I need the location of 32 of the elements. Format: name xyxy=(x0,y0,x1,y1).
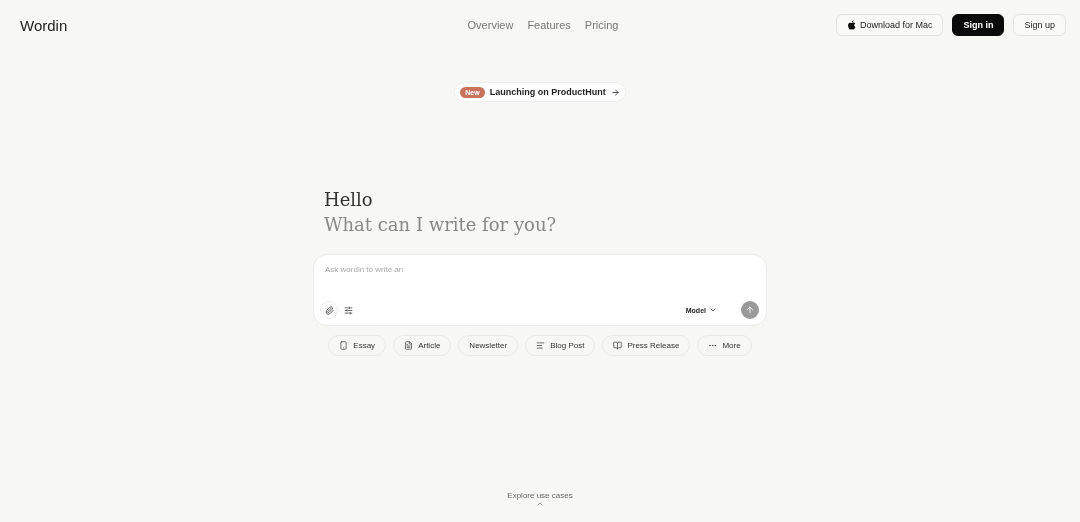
rectangle-icon xyxy=(339,341,349,350)
announcement-text: Launching on ProductHunt xyxy=(489,87,606,97)
arrow-up-icon xyxy=(745,305,755,315)
template-chip[interactable]: More xyxy=(697,335,752,356)
document-icon xyxy=(404,341,414,350)
sliders-icon xyxy=(344,305,353,315)
template-chip[interactable]: Press Release xyxy=(602,335,691,356)
explore-link[interactable]: Explore use cases xyxy=(507,491,573,500)
nav-link[interactable]: Features xyxy=(527,19,571,31)
nav-link[interactable]: Pricing xyxy=(584,19,619,31)
greeting-subtitle: What can I write for you? xyxy=(324,213,558,237)
nav-link[interactable]: Overview xyxy=(467,19,514,31)
chevron-up-icon xyxy=(536,500,544,508)
sign-in-button[interactable]: Sign in xyxy=(952,14,1005,36)
arrow-right-icon xyxy=(610,87,620,97)
template-chip[interactable]: Essay xyxy=(328,335,387,356)
template-chip[interactable]: Newsletter xyxy=(458,335,519,356)
book-icon xyxy=(613,341,623,350)
settings-button[interactable] xyxy=(344,305,353,315)
greeting-title: Hello xyxy=(324,188,374,212)
lines-icon xyxy=(536,341,546,350)
chevron-down-icon xyxy=(709,306,717,314)
more-icon xyxy=(708,341,718,350)
brand-logo[interactable]: Wordin xyxy=(20,16,468,34)
download-button[interactable]: Download for Mac xyxy=(835,14,944,36)
paperclip-icon xyxy=(324,305,334,315)
template-chip[interactable]: Article xyxy=(393,335,452,356)
template-chip[interactable]: Blog Post xyxy=(525,335,596,356)
apple-icon xyxy=(846,20,856,30)
attach-button[interactable] xyxy=(320,301,338,319)
sign-up-button[interactable]: Sign up xyxy=(1013,14,1066,36)
send-button[interactable] xyxy=(741,301,759,319)
